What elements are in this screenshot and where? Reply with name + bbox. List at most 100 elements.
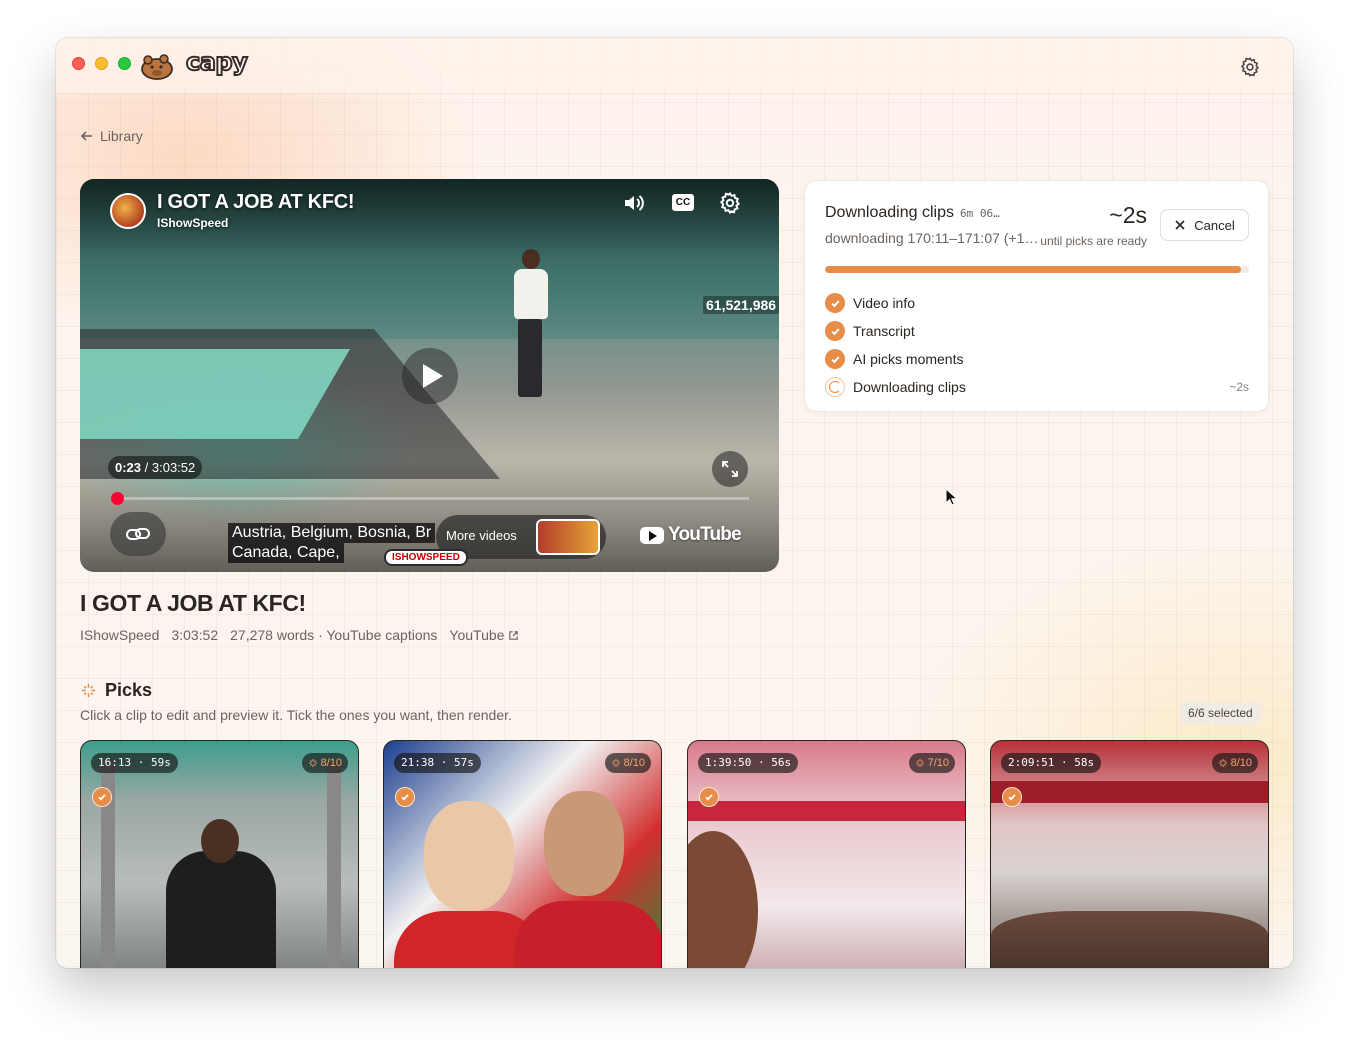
video-channel: IShowSpeed <box>80 627 160 643</box>
progress-step-label: AI picks moments <box>853 351 964 367</box>
clip-score: 7/10 <box>908 753 955 773</box>
expand-icon <box>722 461 738 477</box>
progress-step-label: Video info <box>853 295 916 311</box>
check-circle-icon <box>825 321 845 341</box>
clip-timestamp: 1:39:50 · 56s <box>698 753 799 773</box>
total-duration: 3:03:52 <box>151 460 196 475</box>
progress-bar-fill <box>825 266 1241 273</box>
progress-title-text: Downloading clips <box>825 204 954 221</box>
play-button[interactable] <box>402 348 458 404</box>
clip-timestamp: 2:09:51 · 58s <box>1001 753 1102 773</box>
progress-title-suffix: 6m 06… <box>959 207 1000 220</box>
capybara-logo-icon <box>141 54 173 80</box>
clip-select-checkbox[interactable] <box>395 787 415 807</box>
video-meta: IShowSpeed 3:03:52 27,278 words · YouTub… <box>80 627 519 643</box>
progress-step: Downloading clips ~2s <box>825 373 1249 401</box>
copy-link-button[interactable] <box>110 512 166 556</box>
more-videos-thumbnail <box>536 519 600 555</box>
download-progress-card: Downloading clips 6m 06… downloading 170:… <box>804 180 1269 412</box>
youtube-link[interactable]: YouTube <box>449 627 519 643</box>
sparkle-icon <box>81 683 96 698</box>
settings-gear-icon[interactable] <box>1239 56 1261 78</box>
caption-line-1: Austria, Belgium, Bosnia, Br <box>228 523 436 543</box>
progress-bar <box>825 266 1249 273</box>
clip-select-checkbox[interactable] <box>699 787 719 807</box>
clip-card[interactable]: 21:38 · 57s 8/10 <box>383 740 662 968</box>
check-circle-icon <box>825 349 845 369</box>
youtube-link-label: YouTube <box>449 627 505 643</box>
close-icon <box>1175 220 1185 230</box>
progress-step: Video info <box>825 289 1249 317</box>
fullscreen-button[interactable] <box>712 451 748 487</box>
captions-button[interactable]: CC <box>672 194 694 211</box>
view-count: 61,521,986 <box>703 296 779 314</box>
back-label: Library <box>100 128 143 144</box>
video-duration: 3:03:52 <box>171 627 219 643</box>
progress-step: AI picks moments <box>825 345 1249 373</box>
mouse-cursor-icon <box>945 488 957 506</box>
player-time: 0:23 / 3:03:52 <box>108 456 203 479</box>
picks-heading: Picks <box>105 680 153 700</box>
external-link-icon <box>509 630 519 640</box>
title-bar: capy <box>56 38 1293 94</box>
player-channel-name[interactable]: IShowSpeed <box>157 216 228 230</box>
sparkle-icon <box>611 759 620 767</box>
progress-step-label: Downloading clips <box>853 379 966 395</box>
video-scene-person <box>510 249 550 399</box>
check-icon <box>705 794 713 801</box>
channel-avatar[interactable] <box>110 193 146 229</box>
link-icon <box>126 528 150 540</box>
progress-subtitle: downloading 170:11–171:07 (+1… <box>825 230 1039 246</box>
video-player[interactable]: I GOT A JOB AT KFC! IShowSpeed CC 61,521… <box>80 179 779 572</box>
progress-title: Downloading clips 6m 06… <box>825 204 1000 222</box>
minimize-window-button[interactable] <box>95 57 108 70</box>
selected-count-badge: 6/6 selected <box>1180 702 1261 724</box>
check-icon <box>98 794 106 801</box>
clip-timestamp: 21:38 · 57s <box>394 753 481 773</box>
player-video-title[interactable]: I GOT A JOB AT KFC! <box>157 191 355 214</box>
clip-select-checkbox[interactable] <box>92 787 112 807</box>
caption-line-2: Canada, Cape, <box>228 543 344 563</box>
volume-icon[interactable] <box>621 191 647 215</box>
cancel-label: Cancel <box>1194 217 1235 233</box>
youtube-watermark[interactable]: YouTube <box>640 524 742 546</box>
progress-eta: ~2s <box>1109 202 1147 228</box>
clip-card[interactable]: 2:09:51 · 58s 8/10 <box>990 740 1269 968</box>
more-videos-label: More videos <box>446 528 517 543</box>
player-settings-gear-icon[interactable] <box>717 191 743 215</box>
progress-step-eta: ~2s <box>1229 380 1249 394</box>
clip-card[interactable]: 16:13 · 59s 8/10 <box>80 740 359 968</box>
current-time: 0:23 <box>115 460 142 475</box>
clip-score: 8/10 <box>1211 753 1258 773</box>
clip-score: 8/10 <box>301 753 348 773</box>
sparkle-icon <box>915 759 924 767</box>
cancel-button[interactable]: Cancel <box>1160 209 1249 241</box>
zoom-window-button[interactable] <box>118 57 131 70</box>
seek-bar[interactable] <box>111 492 749 505</box>
check-icon <box>1008 794 1016 801</box>
picks-header: Picks <box>80 680 152 701</box>
clip-score: 8/10 <box>604 753 651 773</box>
close-window-button[interactable] <box>72 57 85 70</box>
youtube-watermark-text: YouTube <box>668 524 742 545</box>
clip-select-checkbox[interactable] <box>1002 787 1022 807</box>
clip-card[interactable]: 1:39:50 · 56s 7/10 <box>687 740 966 968</box>
video-words-source: 27,278 words · YouTube captions <box>230 627 438 643</box>
progress-steps: Video info Transcript AI picks moments Down… <box>825 289 1249 401</box>
app-window: capy Library I GOT A JOB AT KFC! IShowSp… <box>56 38 1293 968</box>
seek-handle[interactable] <box>111 492 125 505</box>
app-logo-text: capy <box>185 47 249 77</box>
arrow-left-icon <box>80 131 92 141</box>
check-circle-icon <box>825 293 845 313</box>
sparkle-icon <box>308 759 317 767</box>
youtube-play-icon <box>640 526 664 544</box>
picks-subtitle: Click a clip to edit and preview it. Tic… <box>80 707 512 723</box>
video-title: I GOT A JOB AT KFC! <box>80 590 306 616</box>
check-icon <box>401 794 409 801</box>
back-to-library-link[interactable]: Library <box>80 128 143 144</box>
progress-step: Transcript <box>825 317 1249 345</box>
clip-timestamp: 16:13 · 59s <box>91 753 178 773</box>
progress-eta-caption: until picks are ready <box>1040 234 1147 248</box>
loading-spinner-icon <box>825 377 845 397</box>
sparkle-icon <box>1218 759 1227 767</box>
